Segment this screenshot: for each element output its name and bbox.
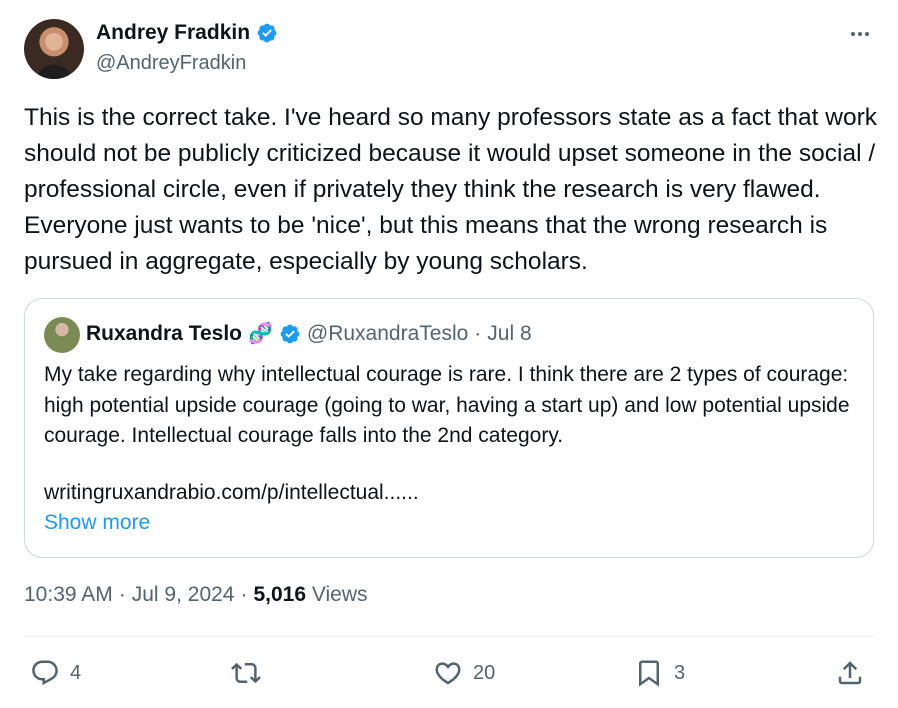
like-button[interactable]: 20 xyxy=(433,656,495,690)
separator-dot: · xyxy=(118,583,126,606)
bookmark-count: 3 xyxy=(674,661,686,684)
verified-badge-icon xyxy=(280,324,300,343)
dna-emoji: 🧬 xyxy=(247,323,273,345)
quote-tweet-card[interactable]: Ruxandra Teslo 🧬 @RuxandraTeslo · Jul 8 … xyxy=(24,298,874,558)
author-name-row[interactable]: Andrey Fradkin xyxy=(96,21,278,45)
views-count: 5,016 xyxy=(253,583,307,606)
views-label: Views xyxy=(311,583,368,606)
separator-dot: · xyxy=(474,321,482,345)
tweet-date[interactable]: Jul 9, 2024 xyxy=(132,583,235,607)
quote-author-name: Ruxandra Teslo xyxy=(86,321,242,345)
tweet-meta: 10:39 AM · Jul 9, 2024 · 5,016 Views xyxy=(24,583,368,607)
reply-count: 4 xyxy=(70,661,82,684)
more-dots-icon xyxy=(851,32,869,36)
bookmark-button[interactable]: 3 xyxy=(634,656,685,690)
author-name[interactable]: Andrey Fradkin xyxy=(96,21,250,45)
divider xyxy=(24,636,874,637)
reply-button[interactable]: 4 xyxy=(30,656,81,690)
more-icon[interactable] xyxy=(844,20,876,48)
tweet-text: This is the correct take. I've heard so … xyxy=(24,104,878,275)
author-avatar[interactable] xyxy=(24,19,84,79)
reply-icon xyxy=(32,660,58,686)
verified-badge-icon xyxy=(257,23,277,43)
quote-link: writingruxandrabio.com/p/intellectual...… xyxy=(44,481,419,504)
separator-dot: · xyxy=(240,583,248,606)
quote-header: Ruxandra Teslo 🧬 @RuxandraTeslo · Jul 8 xyxy=(86,321,532,346)
share-icon xyxy=(838,661,862,685)
heart-icon xyxy=(435,662,461,685)
retweet-button[interactable] xyxy=(231,656,271,690)
show-more-link[interactable]: Show more xyxy=(44,511,150,535)
quote-author-avatar xyxy=(44,317,80,353)
quote-text: My take regarding why intellectual coura… xyxy=(44,363,850,447)
retweet-icon xyxy=(231,662,261,684)
tweet-time[interactable]: 10:39 AM xyxy=(24,583,113,607)
share-button[interactable] xyxy=(835,656,865,690)
bookmark-icon xyxy=(639,660,659,687)
author-handle[interactable]: @AndreyFradkin xyxy=(96,52,246,75)
quote-author-handle: @RuxandraTeslo xyxy=(306,321,469,345)
quote-date: Jul 8 xyxy=(487,321,532,345)
like-count: 20 xyxy=(473,661,496,684)
